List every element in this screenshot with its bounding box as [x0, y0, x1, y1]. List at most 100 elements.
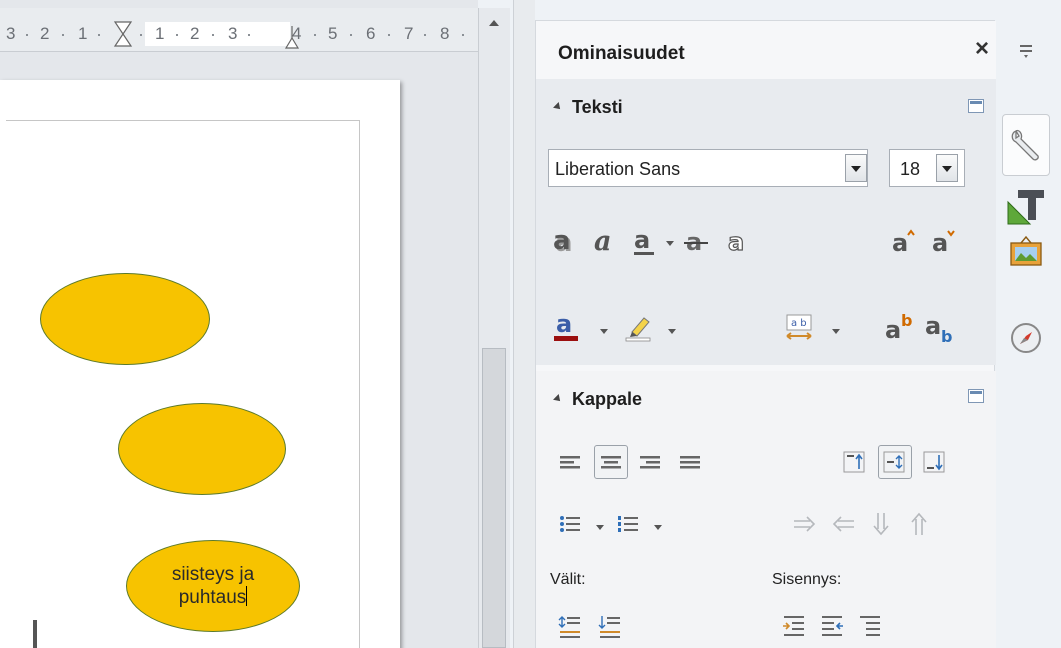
indent-marker-icon[interactable] — [113, 20, 133, 50]
horizontal-ruler[interactable]: 3 2 1 1 2 3 4 5 6 7 8 — [0, 8, 478, 52]
svg-text:a: a — [728, 228, 744, 256]
ruler-number: 2 — [190, 24, 200, 43]
ruler-tick — [176, 34, 178, 36]
align-top-button[interactable] — [838, 445, 872, 479]
more-options-icon[interactable] — [968, 99, 984, 113]
scrollbar-grip — [33, 620, 37, 648]
vertical-scrollbar[interactable] — [478, 8, 510, 648]
tab-properties[interactable] — [1002, 114, 1050, 176]
font-name-combobox[interactable]: Liberation Sans — [548, 149, 868, 187]
ruler-text-area — [145, 22, 290, 46]
ruler-tick — [62, 34, 64, 36]
panel-header: Ominaisuudet × — [536, 21, 996, 79]
svg-text:b: b — [901, 312, 912, 330]
highlight-dropdown-icon[interactable] — [668, 327, 676, 335]
increase-indent-button[interactable] — [778, 609, 812, 643]
ruler-tick — [212, 34, 214, 36]
styles-icon — [1007, 190, 1044, 225]
ruler-tick — [248, 34, 250, 36]
character-spacing-button[interactable]: a b — [782, 311, 816, 345]
align-right-icon — [640, 456, 660, 469]
bullets-dropdown-icon[interactable] — [596, 523, 604, 531]
font-color-button[interactable]: a — [550, 311, 584, 345]
bullets-button[interactable] — [554, 507, 588, 541]
shrink-font-button[interactable]: a — [928, 225, 962, 259]
strikethrough-button[interactable]: a — [680, 225, 714, 259]
underline-button[interactable]: a — [628, 225, 662, 259]
ellipse-shape-with-text[interactable]: siisteys ja puhtaus — [126, 540, 300, 632]
numbering-button[interactable] — [612, 507, 646, 541]
ellipse-shape[interactable] — [40, 273, 210, 365]
highlight-button[interactable] — [622, 311, 656, 345]
tab-navigator[interactable] — [1002, 312, 1050, 364]
collapse-triangle-icon — [553, 394, 563, 404]
justify-button[interactable] — [674, 445, 708, 479]
page-margin-line — [359, 120, 360, 648]
svg-text:a: a — [925, 312, 941, 340]
underline-dropdown-icon[interactable] — [666, 239, 674, 247]
align-center-button[interactable] — [594, 445, 628, 479]
document-area: 3 2 1 1 2 3 4 5 6 7 8 siisteys ja puhtau… — [0, 0, 478, 648]
ruler-tick — [314, 34, 316, 36]
move-down-button — [864, 507, 898, 541]
document-page[interactable]: siisteys ja puhtaus — [0, 80, 400, 648]
increase-spacing-button[interactable] — [554, 609, 588, 643]
gallery-icon — [1010, 235, 1042, 266]
align-middle-button[interactable] — [878, 445, 912, 479]
ruler-number: 5 — [328, 24, 338, 43]
svg-text:a: a — [885, 316, 901, 344]
indent-label: Sisennys: — [772, 571, 842, 588]
italic-button[interactable]: a — [590, 225, 624, 259]
sidebar-splitter[interactable] — [513, 0, 535, 648]
shape-text[interactable]: siisteys ja puhtaus — [153, 564, 273, 609]
chevron-down-icon[interactable] — [845, 154, 867, 182]
close-icon[interactable]: × — [972, 37, 992, 61]
arrow-down-icon — [873, 513, 889, 536]
shadow-icon: a a — [553, 227, 573, 257]
decrease-paragraph-spacing-icon — [598, 616, 620, 638]
increase-indent-icon — [783, 616, 804, 636]
char-spacing-dropdown-icon[interactable] — [832, 327, 840, 335]
ruler-number: 1 — [78, 24, 88, 43]
chevron-down-icon[interactable] — [936, 154, 958, 182]
shadow-button[interactable]: a a — [550, 225, 584, 259]
superscript-icon: a b — [885, 312, 912, 344]
text-section-header[interactable]: Teksti — [553, 97, 623, 118]
font-size-combobox[interactable]: 18 — [889, 149, 965, 187]
svg-text:a: a — [594, 227, 612, 257]
hanging-indent-button[interactable] — [854, 609, 888, 643]
decrease-indent-button[interactable] — [816, 609, 850, 643]
italic-icon: a — [594, 227, 612, 257]
scrollbar-thumb[interactable] — [482, 348, 506, 648]
ruler-tick — [350, 34, 352, 36]
page-margin-line — [6, 120, 360, 121]
ruler-number: 1 — [155, 24, 165, 43]
properties-wrench-icon — [1011, 129, 1039, 161]
ruler-tick — [98, 34, 100, 36]
more-options-icon[interactable] — [968, 389, 984, 403]
grow-font-button[interactable]: a — [888, 225, 922, 259]
sidebar-menu-button[interactable] — [1002, 36, 1050, 66]
numbered-list-icon — [618, 516, 638, 532]
align-bottom-button[interactable] — [918, 445, 952, 479]
ruler-number: 8 — [440, 24, 450, 43]
ruler-tick — [388, 34, 390, 36]
ruler-number: 6 — [366, 24, 376, 43]
svg-text:a b: a b — [791, 318, 807, 329]
decrease-spacing-button[interactable] — [594, 609, 628, 643]
properties-panel: Ominaisuudet × Teksti Liberation Sans 18… — [535, 20, 996, 648]
subscript-button[interactable]: a b — [922, 311, 956, 345]
align-bottom-icon — [923, 451, 945, 473]
font-color-dropdown-icon[interactable] — [600, 327, 608, 335]
tab-styles[interactable] — [1002, 180, 1050, 232]
paragraph-section-header[interactable]: Kappale — [553, 389, 642, 410]
outline-button[interactable]: a — [722, 225, 756, 259]
numbering-dropdown-icon[interactable] — [654, 523, 662, 531]
ellipse-shape[interactable] — [118, 403, 286, 495]
strikethrough-icon: a — [684, 228, 708, 256]
align-left-button[interactable] — [554, 445, 588, 479]
tab-gallery[interactable] — [1002, 226, 1050, 278]
superscript-button[interactable]: a b — [882, 311, 916, 345]
scroll-up-arrow-icon[interactable] — [479, 8, 509, 38]
align-right-button[interactable] — [634, 445, 668, 479]
